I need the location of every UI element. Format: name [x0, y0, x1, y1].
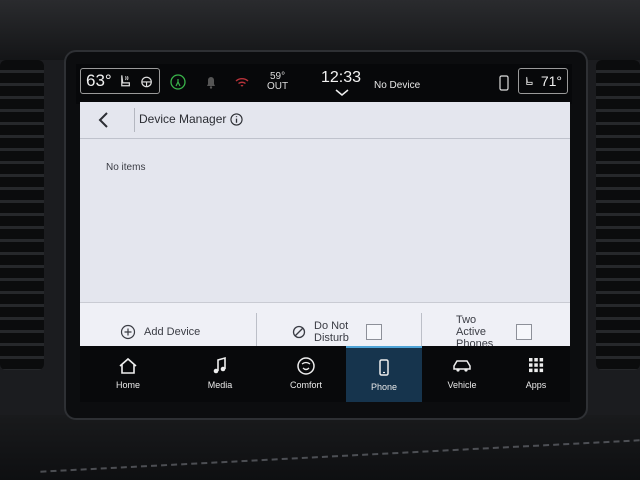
nav-phone[interactable]: Phone [346, 346, 422, 402]
outside-temperature: 59° OUT [267, 72, 288, 92]
bottom-navigation: Home Media Comfort Phone Vehicle Apps [80, 346, 570, 402]
empty-list-message: No items [106, 162, 146, 173]
do-not-disturb-checkbox[interactable] [366, 324, 382, 340]
left-air-vent [0, 60, 44, 370]
driver-temperature: 63° [86, 71, 112, 90]
nav-home-label: Home [115, 380, 140, 390]
device-status: No Device [374, 80, 421, 91]
climate-icon [297, 357, 315, 375]
phone-icon [379, 359, 389, 376]
nav-media-label: Media [207, 380, 233, 390]
nav-apps[interactable]: Apps [498, 346, 574, 402]
nav-home[interactable]: Home [90, 346, 166, 402]
outside-temp-label: OUT [267, 81, 289, 92]
page-header: Device Manager [80, 102, 570, 139]
passenger-temperature: 71° [540, 73, 562, 89]
device-manager-screen: Device Manager No items Add Device Do No… [80, 102, 570, 361]
passenger-climate-control[interactable]: 71° [518, 68, 568, 94]
driver-assist-icon [170, 74, 186, 90]
phone-status-icon [499, 75, 509, 91]
add-device-label: Add Device [144, 326, 201, 338]
do-not-disturb-label: Do Not Disturb [314, 320, 349, 344]
dashboard-bottom [0, 415, 640, 480]
right-air-vent [596, 60, 640, 370]
status-bar: 63° 59° OUT 12:33 No Device 71° [76, 64, 572, 104]
page-title: Device Manager [139, 112, 227, 126]
car-icon [453, 360, 471, 372]
music-note-icon [213, 356, 226, 374]
header-divider [134, 108, 135, 132]
nav-media[interactable]: Media [182, 346, 258, 402]
heated-steering-icon[interactable] [139, 73, 154, 89]
passenger-heated-seat-icon[interactable] [524, 73, 535, 89]
nav-comfort[interactable]: Comfort [268, 346, 344, 402]
driver-climate-control[interactable]: 63° [80, 68, 160, 94]
two-active-phones-label: Two Active Phones [456, 314, 494, 350]
nav-vehicle[interactable]: Vehicle [424, 346, 500, 402]
notification-bell-icon[interactable] [203, 74, 219, 90]
plus-circle-icon [120, 324, 136, 340]
nav-apps-label: Apps [525, 380, 547, 390]
heated-seat-icon[interactable] [118, 73, 133, 89]
dashboard-top [0, 0, 640, 60]
chevron-down-icon[interactable] [334, 89, 350, 97]
back-button[interactable] [94, 110, 114, 130]
do-not-disturb-icon [292, 325, 306, 339]
nav-phone-label: Phone [370, 382, 398, 392]
info-icon[interactable] [230, 113, 243, 126]
nav-vehicle-label: Vehicle [447, 380, 477, 390]
nav-comfort-label: Comfort [289, 380, 322, 390]
clock[interactable]: 12:33 [321, 69, 361, 87]
apps-grid-icon [529, 358, 544, 373]
two-active-phones-checkbox[interactable] [516, 324, 532, 340]
wifi-signal-icon [235, 78, 249, 87]
home-icon [119, 357, 137, 374]
